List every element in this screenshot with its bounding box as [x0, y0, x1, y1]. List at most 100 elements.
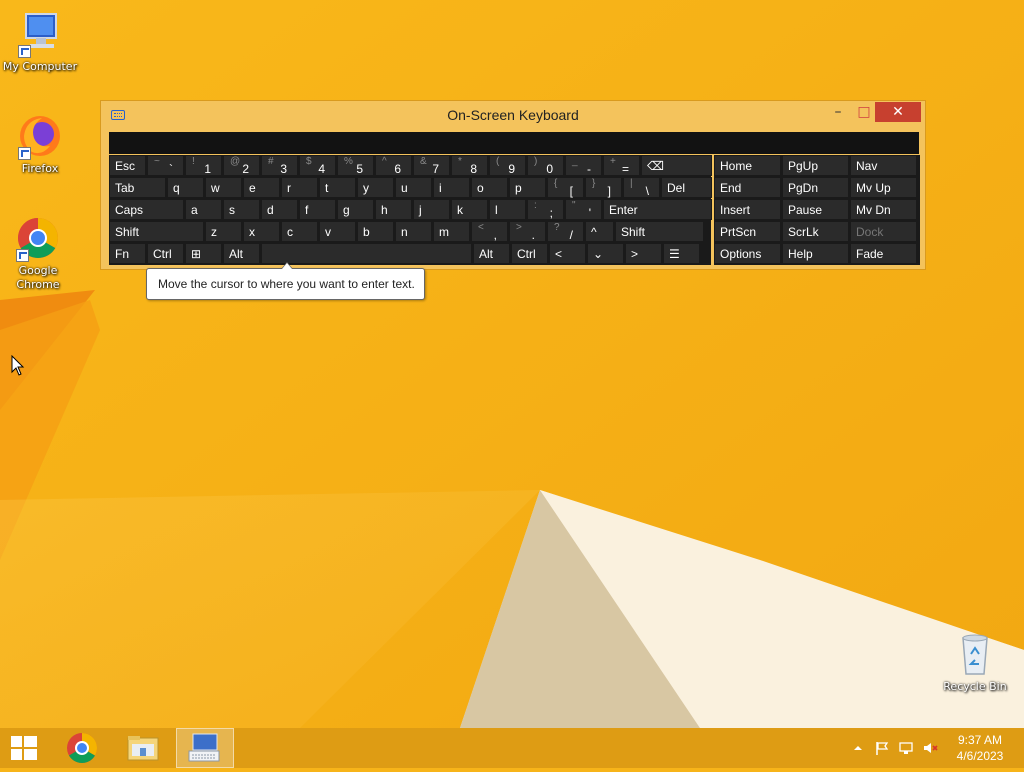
nav-key-0-1[interactable]: PgUp: [782, 155, 849, 176]
taskbar-chrome-button[interactable]: [56, 728, 112, 768]
volume-muted-icon[interactable]: [922, 740, 938, 756]
key-row4-6[interactable]: n: [395, 221, 432, 242]
network-icon[interactable]: [898, 740, 914, 756]
nav-key-2-0[interactable]: Insert: [714, 199, 781, 220]
nav-key-1-2[interactable]: Mv Up: [850, 177, 917, 198]
key-row3-12[interactable]: Enter: [603, 199, 712, 220]
key-row3-7[interactable]: j: [413, 199, 450, 220]
key-row3-9[interactable]: l: [489, 199, 526, 220]
nav-key-0-2[interactable]: Nav: [850, 155, 917, 176]
key-row4-7[interactable]: m: [433, 221, 470, 242]
key-row1-5[interactable]: $4: [299, 155, 336, 176]
nav-key-4-0[interactable]: Options: [714, 243, 781, 264]
key-row3-1[interactable]: a: [185, 199, 222, 220]
nav-key-4-1[interactable]: Help: [782, 243, 849, 264]
key-row3-4[interactable]: f: [299, 199, 336, 220]
key-row2-8[interactable]: i: [433, 177, 470, 198]
key-row5-3[interactable]: Alt: [223, 243, 260, 264]
key-row2-7[interactable]: u: [395, 177, 432, 198]
desktop-icon-my-computer[interactable]: My Computer: [0, 10, 80, 74]
key-row4-10[interactable]: ? /: [547, 221, 584, 242]
key-row5-4[interactable]: [261, 243, 472, 264]
minimize-button[interactable]: –: [827, 102, 849, 122]
key-row1-9[interactable]: * 8: [451, 155, 488, 176]
key-row5-1[interactable]: Ctrl: [147, 243, 184, 264]
key-row5-5[interactable]: Alt: [473, 243, 510, 264]
key-row4-4[interactable]: v: [319, 221, 356, 242]
key-row1-13[interactable]: + =: [603, 155, 640, 176]
key-row1-6[interactable]: % 5: [337, 155, 374, 176]
key-row5-6[interactable]: Ctrl: [511, 243, 548, 264]
key-row1-8[interactable]: & 7: [413, 155, 450, 176]
key-row4-0[interactable]: Shift: [109, 221, 204, 242]
key-row5-7[interactable]: <: [549, 243, 586, 264]
nav-key-2-2[interactable]: Mv Dn: [850, 199, 917, 220]
key-row2-0[interactable]: Tab: [109, 177, 166, 198]
nav-key-4-2[interactable]: Fade: [850, 243, 917, 264]
desktop-icon-google-chrome[interactable]: Google Chrome: [0, 214, 78, 292]
close-button[interactable]: ✕: [875, 102, 921, 122]
key-row1-4[interactable]: #3: [261, 155, 298, 176]
key-row3-2[interactable]: s: [223, 199, 260, 220]
key-row4-12[interactable]: Shift: [615, 221, 704, 242]
key-row2-9[interactable]: o: [471, 177, 508, 198]
key-row5-8[interactable]: ⌄: [587, 243, 624, 264]
key-row4-11[interactable]: ^: [585, 221, 614, 242]
maximize-button[interactable]: □: [853, 102, 875, 122]
action-center-flag-icon[interactable]: [874, 740, 890, 756]
key-row2-2[interactable]: w: [205, 177, 242, 198]
key-row3-3[interactable]: d: [261, 199, 298, 220]
key-row1-10[interactable]: (9: [489, 155, 526, 176]
key-row2-3[interactable]: e: [243, 177, 280, 198]
key-row3-0[interactable]: Caps: [109, 199, 184, 220]
key-row1-1[interactable]: ~ `: [147, 155, 184, 176]
nav-key-3-1[interactable]: ScrLk: [782, 221, 849, 242]
key-row3-11[interactable]: " ': [565, 199, 602, 220]
key-row2-5[interactable]: t: [319, 177, 356, 198]
key-row5-9[interactable]: >: [625, 243, 662, 264]
nav-key-1-1[interactable]: PgDn: [782, 177, 849, 198]
key-row1-14[interactable]: ⌫: [641, 155, 712, 176]
desktop-icon-recycle-bin[interactable]: Recycle Bin: [935, 630, 1015, 694]
window-titlebar[interactable]: On-Screen Keyboard – □ ✕: [101, 101, 925, 131]
key-row3-5[interactable]: g: [337, 199, 374, 220]
taskbar-file-explorer-button[interactable]: [116, 728, 172, 768]
key-row2-11[interactable]: {[: [547, 177, 584, 198]
key-row2-12[interactable]: }]: [585, 177, 622, 198]
key-row4-1[interactable]: z: [205, 221, 242, 242]
taskbar-on-screen-keyboard-button[interactable]: [176, 728, 234, 768]
key-row2-4[interactable]: r: [281, 177, 318, 198]
key-row2-10[interactable]: p: [509, 177, 546, 198]
nav-key-3-2[interactable]: Dock: [850, 221, 917, 242]
key-row1-2[interactable]: ! 1: [185, 155, 222, 176]
key-row4-2[interactable]: x: [243, 221, 280, 242]
desktop-icon-firefox[interactable]: Firefox: [0, 112, 80, 176]
key-row1-12[interactable]: _ -: [565, 155, 602, 176]
nav-key-3-0[interactable]: PrtScn: [714, 221, 781, 242]
key-row2-13[interactable]: | \: [623, 177, 660, 198]
key-row2-1[interactable]: q: [167, 177, 204, 198]
key-row1-7[interactable]: ^ 6: [375, 155, 412, 176]
nav-key-1-0[interactable]: End: [714, 177, 781, 198]
key-row5-10[interactable]: ☰: [663, 243, 700, 264]
key-row5-0[interactable]: Fn: [109, 243, 146, 264]
nav-key-2-1[interactable]: Pause: [782, 199, 849, 220]
key-row1-0[interactable]: Esc: [109, 155, 146, 176]
on-screen-keyboard-window[interactable]: On-Screen Keyboard – □ ✕ Esc ~ `! 1 @2 #3 $4% 5…: [100, 100, 926, 270]
key-row3-6[interactable]: h: [375, 199, 412, 220]
key-row2-14[interactable]: Del: [661, 177, 712, 198]
key-row4-8[interactable]: <,: [471, 221, 508, 242]
key-row3-10[interactable]: :;: [527, 199, 564, 220]
key-row3-8[interactable]: k: [451, 199, 488, 220]
key-row5-2[interactable]: ⊞: [185, 243, 222, 264]
nav-key-0-0[interactable]: Home: [714, 155, 781, 176]
key-row1-3[interactable]: @2: [223, 155, 260, 176]
key-row2-6[interactable]: y: [357, 177, 394, 198]
key-row4-9[interactable]: >.: [509, 221, 546, 242]
show-hidden-icons-icon[interactable]: [850, 740, 866, 756]
start-button[interactable]: [0, 728, 48, 768]
taskbar-clock[interactable]: 9:37 AM 4/6/2023: [950, 732, 1010, 764]
key-row4-5[interactable]: b: [357, 221, 394, 242]
key-row1-11[interactable]: ) 0: [527, 155, 564, 176]
key-row4-3[interactable]: c: [281, 221, 318, 242]
